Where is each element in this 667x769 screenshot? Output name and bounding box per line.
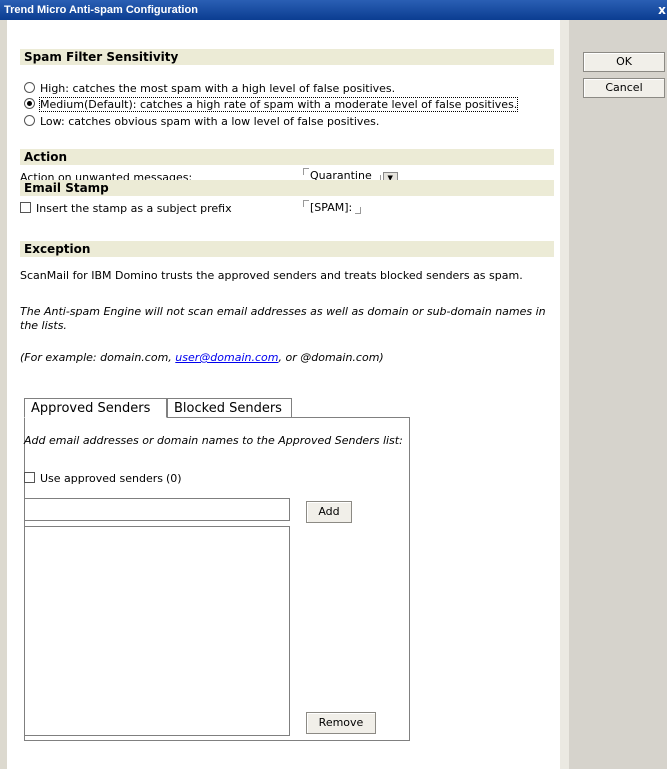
use-approved-row[interactable]: Use approved senders (0)	[24, 472, 182, 485]
section-header-sensitivity: Spam Filter Sensitivity	[20, 49, 554, 65]
window-title: Trend Micro Anti-spam Configuration	[4, 4, 198, 16]
approved-instruction: Add email addresses or domain names to t…	[24, 434, 403, 447]
radio-button-selected[interactable]	[24, 98, 35, 109]
left-border	[0, 20, 7, 769]
title-bar: Trend Micro Anti-spam Configuration x	[0, 0, 667, 20]
radio-medium-label: Medium(Default): catches a high rate of …	[38, 97, 519, 112]
cancel-button[interactable]: Cancel	[583, 78, 665, 98]
radio-high-label: High: catches the most spam with a high …	[40, 82, 396, 95]
exception-example: (For example: domain.com, user@domain.co…	[20, 351, 550, 365]
radio-high[interactable]: High: catches the most spam with a high …	[24, 82, 395, 95]
use-approved-checkbox[interactable]	[24, 472, 35, 483]
radio-button[interactable]	[24, 115, 35, 126]
section-header-stamp: Email Stamp	[20, 180, 554, 196]
stamp-field-value: [SPAM]:	[310, 201, 353, 214]
stamp-checkbox-row[interactable]: Insert the stamp as a subject prefix	[20, 202, 232, 215]
stamp-field[interactable]: [SPAM]:	[303, 200, 362, 214]
section-header-action: Action	[20, 149, 554, 165]
approved-senders-list[interactable]	[24, 526, 290, 736]
ok-button[interactable]: OK	[583, 52, 665, 72]
field-end-mark	[355, 207, 362, 214]
exception-intro: ScanMail for IBM Domino trusts the appro…	[20, 269, 523, 282]
section-header-exception: Exception	[20, 241, 554, 257]
field-start-mark	[303, 168, 309, 175]
tab-blocked-senders[interactable]: Blocked Senders	[167, 398, 292, 418]
example-prefix: (For example: domain.com,	[20, 351, 176, 364]
use-approved-label: Use approved senders	[40, 472, 163, 485]
content-edge	[560, 20, 569, 769]
close-icon[interactable]: x	[657, 3, 667, 17]
example-suffix: , or @domain.com)	[278, 351, 384, 364]
remove-button[interactable]: Remove	[306, 712, 376, 734]
stamp-checkbox[interactable]	[20, 202, 31, 213]
field-start-mark	[303, 200, 309, 207]
radio-low[interactable]: Low: catches obvious spam with a low lev…	[24, 115, 379, 128]
tab-approved-senders[interactable]: Approved Senders	[24, 398, 167, 418]
stamp-checkbox-label: Insert the stamp as a subject prefix	[36, 202, 232, 215]
sender-input[interactable]	[24, 498, 290, 521]
add-button[interactable]: Add	[306, 501, 352, 523]
radio-medium[interactable]: Medium(Default): catches a high rate of …	[24, 97, 519, 112]
approved-count: (0)	[166, 472, 182, 485]
exception-note: The Anti-spam Engine will not scan email…	[20, 305, 546, 332]
radio-low-label: Low: catches obvious spam with a low lev…	[40, 115, 380, 128]
example-email-link[interactable]: user@domain.com	[175, 351, 278, 364]
radio-button[interactable]	[24, 82, 35, 93]
button-panel	[569, 20, 667, 769]
